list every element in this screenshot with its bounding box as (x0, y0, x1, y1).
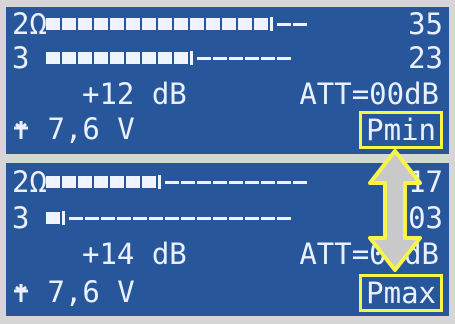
bar-segment-filled (158, 18, 172, 30)
level-value: 35 (408, 7, 443, 41)
bar-segment-filled (254, 18, 268, 30)
bar-segment-filled (126, 52, 140, 64)
bar-segment-empty (181, 216, 195, 220)
bar-segment-filled (126, 18, 140, 30)
channel-3-row: 3 23 (12, 43, 443, 73)
bar-segment-filled (174, 18, 188, 30)
attenuation-readout: ATT=00dB (299, 77, 439, 111)
bar-segment-filled (78, 52, 92, 64)
bar-segment-empty (117, 216, 131, 220)
bar-segment-filled (158, 52, 172, 64)
bar-segment-empty (213, 56, 227, 60)
bar-segment-filled (142, 18, 156, 30)
bar-marker (270, 17, 273, 31)
level-bar (46, 51, 291, 65)
bar-segment-filled (94, 52, 108, 64)
bar-segment-filled (46, 52, 60, 64)
voltage-readout: 7,6 V (12, 277, 135, 307)
bar-segment-empty (277, 22, 291, 26)
up-down-arrow-icon (368, 149, 422, 272)
bar-segment-empty (261, 56, 275, 60)
bar-marker (158, 175, 161, 189)
bar-segment-empty (213, 216, 227, 220)
bar-segment-empty (165, 180, 179, 184)
level-value: 23 (408, 41, 443, 75)
channel-label: 2Ω (12, 7, 47, 41)
bar-segment-empty (85, 216, 99, 220)
channel-label: 2Ω (12, 165, 47, 199)
bar-segment-empty (229, 180, 243, 184)
bar-segment-empty (149, 216, 163, 220)
bar-segment-filled (222, 18, 236, 30)
channel-label: 3 (12, 201, 30, 235)
bar-segment-filled (174, 52, 188, 64)
bar-segment-empty (181, 180, 195, 184)
mode-indicator-pmax: Pmax (359, 274, 443, 312)
bar-segment-empty (277, 180, 291, 184)
bar-segment-filled (94, 18, 108, 30)
bar-segment-filled (190, 18, 204, 30)
bar-segment-empty (245, 180, 259, 184)
bar-segment-empty (133, 216, 147, 220)
bar-segment-filled (46, 212, 60, 224)
bar-segment-empty (101, 216, 115, 220)
mode-indicator-pmin: Pmin (359, 111, 443, 149)
bar-segment-empty (293, 22, 307, 26)
gain-readout: +12 dB (82, 77, 187, 111)
bar-segment-empty (277, 56, 291, 60)
bar-segment-empty (229, 56, 243, 60)
bar-segment-filled (62, 176, 76, 188)
level-bar (46, 211, 291, 225)
bar-segment-filled (126, 176, 140, 188)
bar-segment-filled (78, 18, 92, 30)
bar-segment-filled (142, 176, 156, 188)
bar-segment-filled (78, 176, 92, 188)
voltage-value: 7,6 V (47, 275, 135, 309)
antenna-icon (14, 284, 28, 302)
bar-segment-empty (261, 216, 275, 220)
top-lcd-panel: 2Ω 35 3 23 +12 dB ATT=00dB 7,6 V Pmin (6, 7, 449, 154)
bar-segment-filled (110, 52, 124, 64)
bar-segment-empty (229, 216, 243, 220)
antenna-icon (14, 121, 28, 139)
bar-segment-filled (94, 176, 108, 188)
status-row: 7,6 V Pmin (12, 111, 443, 149)
bar-segment-filled (110, 176, 124, 188)
voltage-readout: 7,6 V (12, 114, 135, 144)
status-row: 7,6 V Pmax (12, 274, 443, 312)
bar-segment-empty (261, 180, 275, 184)
bar-segment-filled (238, 18, 252, 30)
bar-segment-filled (46, 176, 60, 188)
bar-segment-empty (213, 180, 227, 184)
bar-segment-filled (46, 18, 60, 30)
bar-segment-empty (277, 216, 291, 220)
bar-segment-empty (197, 56, 211, 60)
bar-segment-empty (293, 180, 307, 184)
bar-marker (62, 211, 65, 225)
voltage-value: 7,6 V (47, 112, 135, 146)
bar-segment-empty (165, 216, 179, 220)
gain-readout: +14 dB (82, 237, 187, 271)
bar-segment-filled (206, 18, 220, 30)
gain-row: +12 dB ATT=00dB (12, 79, 443, 109)
bar-marker (190, 51, 193, 65)
bar-segment-empty (245, 216, 259, 220)
bar-segment-empty (245, 56, 259, 60)
bar-segment-filled (142, 52, 156, 64)
bar-segment-empty (69, 216, 83, 220)
bar-segment-empty (197, 216, 211, 220)
bar-segment-empty (197, 180, 211, 184)
channel-label: 3 (12, 41, 30, 75)
level-bar (46, 175, 307, 189)
level-bar (46, 17, 307, 31)
bar-segment-filled (110, 18, 124, 30)
channel-2-row: 2Ω 35 (12, 9, 443, 39)
bar-segment-filled (62, 18, 76, 30)
bar-segment-filled (62, 52, 76, 64)
